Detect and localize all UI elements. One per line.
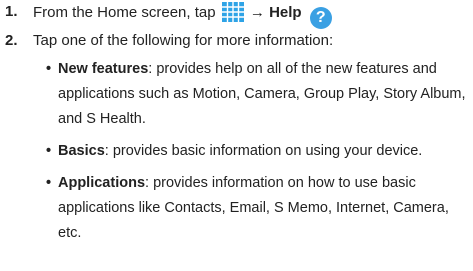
option-term: New features	[58, 61, 149, 77]
option-desc-line: and S Health.	[58, 111, 146, 127]
option-desc-line: : provides information on how to use bas…	[145, 175, 416, 191]
option-desc-line: applications like Contacts, Email, S Mem…	[58, 200, 449, 216]
help-question-icon: ?	[309, 7, 332, 29]
option-desc-line: : provides help on all of the new featur…	[148, 61, 437, 77]
step-number: 1.	[5, 3, 18, 20]
option-term: Basics	[58, 143, 105, 159]
step-text: From the Home screen, tap → Help ?	[33, 2, 332, 29]
options-list: • New features: provides help on all of …	[46, 57, 471, 253]
option-new-features: • New features: provides help on all of …	[46, 57, 471, 132]
option-desc-line: etc.	[58, 225, 82, 241]
arrow-glyph: →	[249, 4, 265, 21]
option-applications: • Applications: provides information on …	[46, 171, 471, 246]
help-label: Help	[269, 4, 302, 21]
step-number: 2.	[5, 32, 18, 49]
bullet-glyph: •	[46, 143, 52, 159]
apps-grid-icon	[221, 2, 244, 22]
option-desc-line: : provides basic information on using yo…	[104, 143, 423, 159]
step-text: Tap one of the following for more inform…	[33, 32, 334, 49]
bullet-glyph: •	[46, 175, 52, 191]
option-term: Applications	[58, 175, 146, 191]
bullet-glyph: •	[46, 61, 52, 77]
option-basics: • Basics: provides basic information on …	[46, 139, 471, 164]
step-instruction: From the Home screen, tap	[33, 4, 216, 21]
option-desc-line: applications such as Motion, Camera, Gro…	[58, 86, 466, 102]
